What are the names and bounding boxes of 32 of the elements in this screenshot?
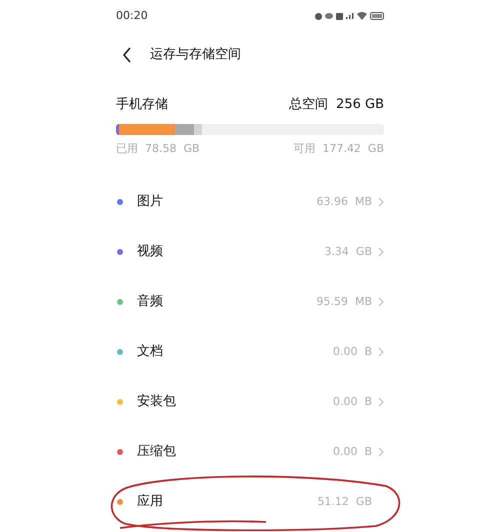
storage-title: 手机存储 — [116, 96, 168, 114]
category-name: 应用 — [137, 493, 163, 512]
alarm-icon — [315, 12, 322, 20]
battery-icon — [370, 12, 384, 20]
category-name: 图片 — [137, 193, 163, 212]
page-title: 运存与存储空间 — [150, 46, 241, 64]
used-space: 已用 78.58 GB — [116, 140, 200, 156]
category-name: 安装包 — [137, 393, 176, 412]
free-space: 可用 177.42 GB — [293, 140, 384, 156]
category-size: 51.12 GB — [317, 494, 372, 510]
category-size: 0.00 B — [332, 444, 372, 460]
category-size: 3.34 GB — [324, 244, 372, 260]
category-name: 压缩包 — [137, 443, 176, 462]
category-size: 0.00 B — [332, 344, 372, 360]
category-row[interactable]: 音频 95.59 MB — [116, 277, 384, 327]
category-name: 音频 — [137, 293, 163, 312]
back-icon[interactable] — [122, 47, 132, 63]
signal-icon — [346, 13, 354, 19]
category-row[interactable]: 文档 0.00 B — [116, 327, 384, 377]
total-space: 总空间 256 GB — [288, 96, 384, 114]
category-row[interactable]: 视频 3.34 GB — [116, 227, 384, 277]
wifi-icon — [357, 12, 367, 20]
category-row[interactable]: 压缩包 0.00 B — [116, 427, 384, 477]
category-size: 63.96 MB — [316, 194, 372, 210]
category-name: 视频 — [137, 243, 163, 262]
category-size: 0.00 B — [332, 394, 372, 410]
category-size: 95.59 MB — [316, 294, 372, 310]
category-row[interactable]: 安装包 0.00 B — [116, 377, 384, 427]
category-name: 文档 — [137, 343, 163, 362]
category-row[interactable]: 图片 63.96 MB — [116, 177, 384, 227]
category-row[interactable]: 应用 51.12 GB — [116, 477, 384, 527]
status-time: 00:20 — [116, 8, 148, 24]
